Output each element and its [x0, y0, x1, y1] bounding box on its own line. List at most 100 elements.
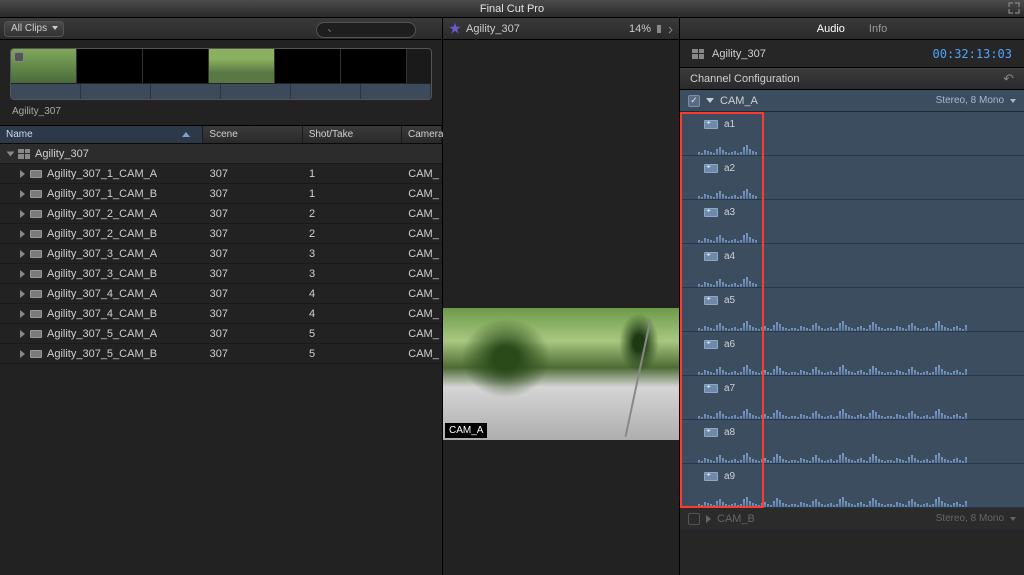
- filter-popup[interactable]: All Clips: [4, 21, 64, 37]
- audio-channel-row[interactable]: a6: [680, 332, 1024, 376]
- audio-channel-row[interactable]: a9: [680, 464, 1024, 508]
- stereo-icon: [704, 252, 718, 261]
- clip-icon: [30, 170, 42, 178]
- channel-format[interactable]: Stereo, 8 Mono: [936, 95, 1004, 106]
- channel-label: a9: [724, 471, 735, 482]
- clip-icon: [30, 230, 42, 238]
- channel-label: a2: [724, 163, 735, 174]
- window-titlebar: Final Cut Pro: [0, 0, 1024, 18]
- clip-row[interactable]: Agility_307_2_CAM_A3072CAM_: [0, 204, 442, 224]
- clip-row[interactable]: Agility_307_1_CAM_B3071CAM_: [0, 184, 442, 204]
- disclosure-icon[interactable]: [20, 310, 25, 318]
- channel-label: a1: [724, 119, 735, 130]
- filmstrip-label: Agility_307: [12, 106, 432, 117]
- waveform: [698, 401, 1024, 419]
- clip-row[interactable]: Agility_307_4_CAM_A3074CAM_: [0, 284, 442, 304]
- search-input[interactable]: [316, 22, 416, 38]
- cam-header-row[interactable]: CAM_B Stereo, 8 Mono: [680, 508, 1024, 530]
- filmstrip[interactable]: Agility_307: [0, 40, 442, 125]
- inspector-tabs: Audio Info: [809, 21, 896, 37]
- column-name[interactable]: Name: [0, 126, 203, 143]
- channel-label: a4: [724, 251, 735, 262]
- channel-label: a5: [724, 295, 735, 306]
- audio-channel-row[interactable]: a4: [680, 244, 1024, 288]
- disclosure-icon[interactable]: [20, 330, 25, 338]
- clip-row[interactable]: Agility_307_2_CAM_B3072CAM_: [0, 224, 442, 244]
- disclosure-icon[interactable]: [20, 250, 25, 258]
- viewer-clip-title: Agility_307: [466, 23, 520, 35]
- clip-icon: [30, 310, 42, 318]
- waveform: [698, 313, 1024, 331]
- cam-enable-checkbox[interactable]: [688, 513, 700, 525]
- channel-config-section: Channel Configuration ↶: [680, 68, 1024, 90]
- window-title: Final Cut Pro: [480, 3, 544, 15]
- viewer-settings-icon[interactable]: [655, 22, 675, 36]
- browser-list[interactable]: Agility_307Agility_307_1_CAM_A3071CAM_Ag…: [0, 144, 442, 575]
- sort-ascending-icon: [182, 132, 190, 137]
- cam-name: CAM_B: [717, 513, 755, 525]
- disclosure-icon[interactable]: [706, 515, 711, 523]
- stereo-icon: [704, 428, 718, 437]
- tab-audio[interactable]: Audio: [809, 21, 853, 37]
- clip-row[interactable]: Agility_307_1_CAM_A3071CAM_: [0, 164, 442, 184]
- cam-header-row[interactable]: CAM_A Stereo, 8 Mono: [680, 90, 1024, 112]
- audio-channel-row[interactable]: a7: [680, 376, 1024, 420]
- disclosure-icon[interactable]: [20, 230, 25, 238]
- stereo-icon: [704, 164, 718, 173]
- disclosure-icon[interactable]: [20, 170, 25, 178]
- browser-pane: Agility_307 Name Scene Shot/Take Camera …: [0, 40, 443, 575]
- waveform: [698, 137, 1024, 155]
- column-camera[interactable]: Camera: [402, 126, 442, 143]
- clip-icon: [30, 290, 42, 298]
- disclosure-icon[interactable]: [20, 290, 25, 298]
- clip-row[interactable]: Agility_307_5_CAM_A3075CAM_: [0, 324, 442, 344]
- column-shot[interactable]: Shot/Take: [303, 126, 402, 143]
- waveform: [698, 181, 1024, 199]
- stereo-icon: [704, 472, 718, 481]
- multicam-icon: [692, 49, 704, 59]
- audio-channel-row[interactable]: a3: [680, 200, 1024, 244]
- clip-row[interactable]: Agility_307_3_CAM_B3073CAM_: [0, 264, 442, 284]
- disclosure-icon[interactable]: [706, 98, 714, 103]
- viewer-image: CAM_A: [443, 308, 679, 440]
- stereo-icon: [704, 208, 718, 217]
- chevron-down-icon: [1010, 517, 1016, 521]
- audio-channel-row[interactable]: a8: [680, 420, 1024, 464]
- audio-channel-row[interactable]: a2: [680, 156, 1024, 200]
- waveform: [698, 489, 1024, 507]
- waveform: [698, 269, 1024, 287]
- inspector-timecode: 00:32:13:03: [933, 47, 1012, 61]
- fullscreen-icon[interactable]: [1008, 2, 1020, 14]
- viewer-angle-label: CAM_A: [445, 423, 487, 438]
- channel-format[interactable]: Stereo, 8 Mono: [936, 513, 1004, 524]
- inspector-pane: Agility_307 00:32:13:03 Channel Configur…: [680, 40, 1024, 575]
- waveform: [698, 445, 1024, 463]
- clip-row[interactable]: Agility_307_4_CAM_B3074CAM_: [0, 304, 442, 324]
- waveform: [698, 225, 1024, 243]
- multicam-icon: [18, 149, 30, 159]
- browser-list-header: Name Scene Shot/Take Camera: [0, 125, 442, 144]
- disclosure-icon[interactable]: [20, 190, 25, 198]
- cam-name: CAM_A: [720, 95, 758, 107]
- clip-group-row[interactable]: Agility_307: [0, 144, 442, 164]
- clip-icon: [30, 250, 42, 258]
- channel-label: a3: [724, 207, 735, 218]
- favorite-star-icon: [449, 23, 461, 35]
- column-scene[interactable]: Scene: [203, 126, 302, 143]
- clip-icon: [30, 190, 42, 198]
- viewer-zoom-level[interactable]: 14%: [629, 23, 651, 35]
- reset-icon[interactable]: ↶: [1003, 71, 1014, 87]
- disclosure-icon[interactable]: [20, 350, 25, 358]
- audio-channel-row[interactable]: a5: [680, 288, 1024, 332]
- tab-info[interactable]: Info: [861, 21, 895, 37]
- disclosure-icon[interactable]: [20, 270, 25, 278]
- viewer-pane[interactable]: CAM_A: [443, 40, 680, 575]
- disclosure-icon[interactable]: [7, 151, 15, 156]
- disclosure-icon[interactable]: [20, 210, 25, 218]
- clip-row[interactable]: Agility_307_5_CAM_B3075CAM_: [0, 344, 442, 364]
- audio-channel-row[interactable]: a1: [680, 112, 1024, 156]
- selection-handle-icon[interactable]: [14, 52, 24, 62]
- channel-label: a6: [724, 339, 735, 350]
- cam-enable-checkbox[interactable]: [688, 95, 700, 107]
- clip-row[interactable]: Agility_307_3_CAM_A3073CAM_: [0, 244, 442, 264]
